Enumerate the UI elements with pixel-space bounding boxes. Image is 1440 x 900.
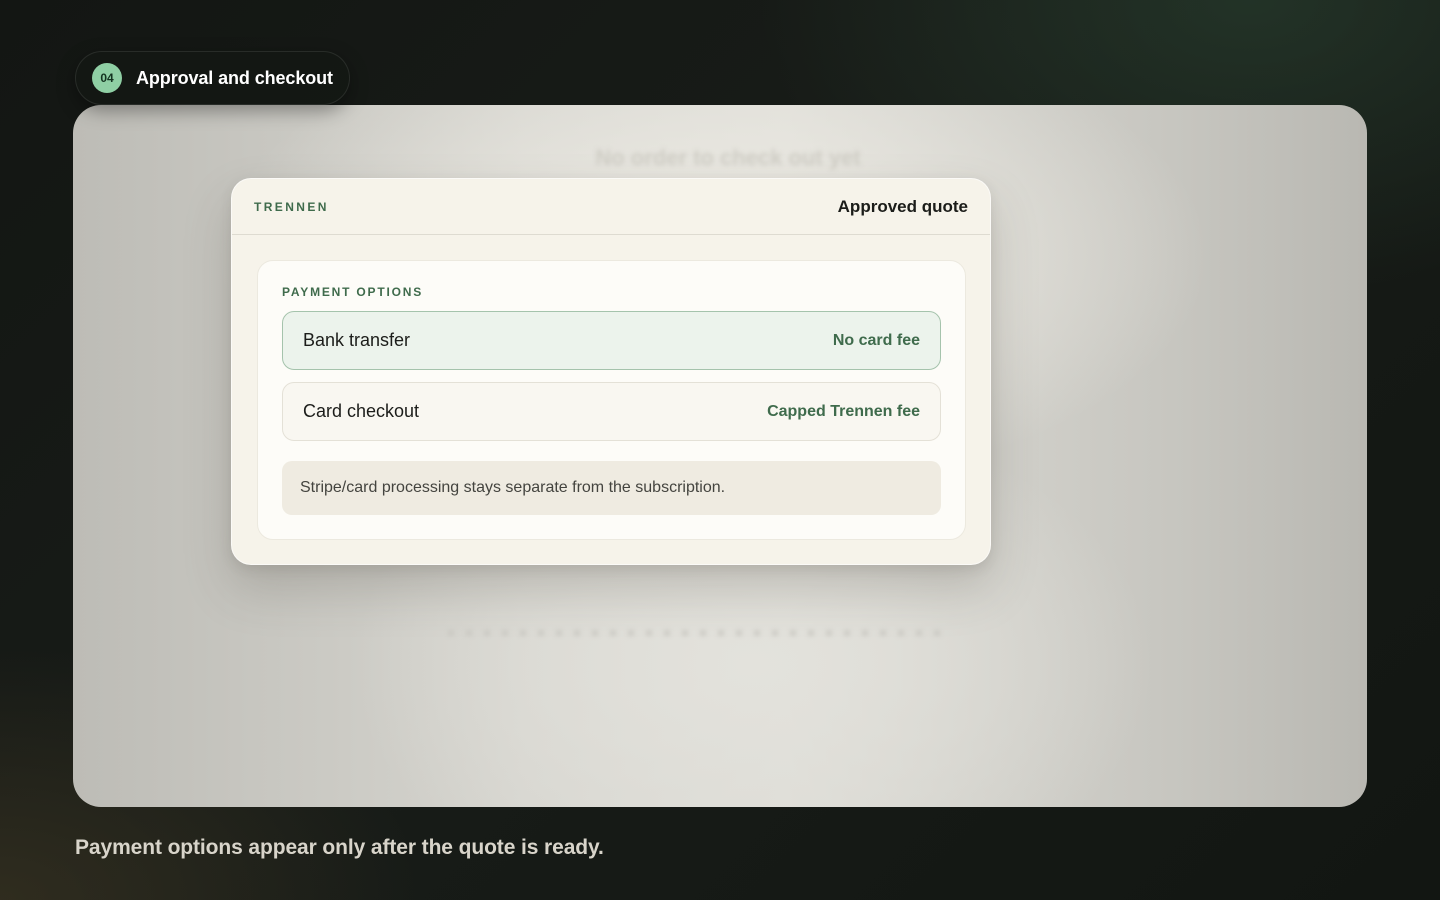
step-indicator: 04 Approval and checkout — [75, 51, 350, 105]
processing-info-note: Stripe/card processing stays separate fr… — [282, 461, 941, 515]
payment-options-heading: PAYMENT OPTIONS — [282, 285, 424, 299]
quote-status: Approved quote — [837, 196, 968, 216]
payment-options-panel: PAYMENT OPTIONS Bank transfer No card fe… — [257, 260, 966, 540]
slide-caption: Payment options appear only after the qu… — [75, 836, 604, 859]
approved-quote-card: TRENNEN Approved quote PAYMENT OPTIONS B… — [231, 178, 991, 565]
option-fee-note: No card fee — [832, 331, 920, 349]
step-title: Approval and checkout — [136, 67, 333, 88]
option-fee-note: Capped Trennen fee — [767, 402, 920, 420]
card-header: TRENNEN Approved quote — [232, 179, 990, 235]
option-label: Card checkout — [303, 401, 420, 421]
step-number-badge: 04 — [92, 63, 122, 93]
brand-name: TRENNEN — [254, 199, 329, 214]
option-label: Bank transfer — [303, 330, 411, 350]
background-empty-state-text: No order to check out yet — [595, 145, 861, 170]
background-placeholder-line — [448, 630, 948, 636]
preview-stage: No order to check out yet TRENNEN Approv… — [73, 105, 1367, 807]
option-bank-transfer[interactable]: Bank transfer No card fee — [282, 311, 941, 370]
option-card-checkout[interactable]: Card checkout Capped Trennen fee — [282, 382, 941, 441]
